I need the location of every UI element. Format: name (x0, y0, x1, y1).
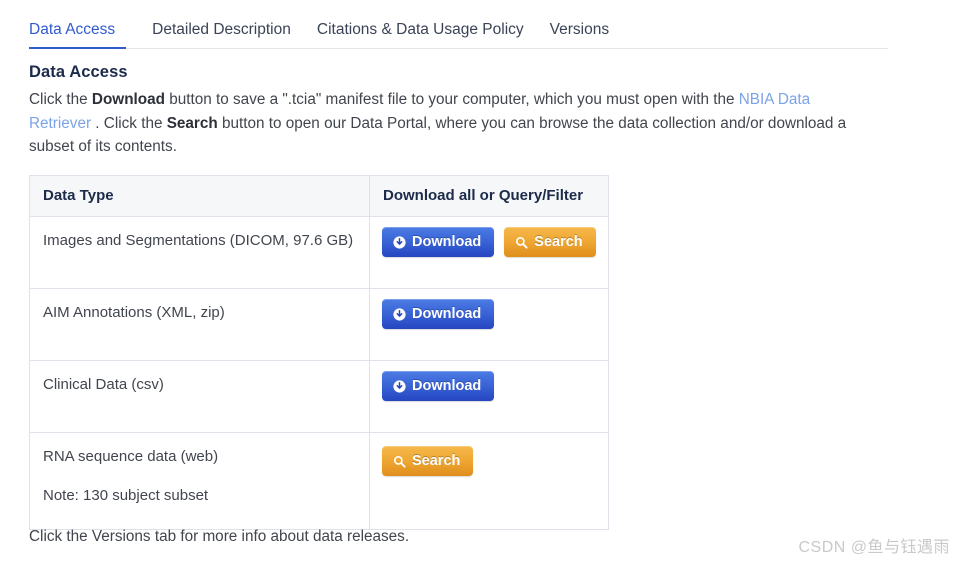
action-button-group: Download Search (382, 227, 596, 257)
download-circle-icon (393, 379, 406, 393)
cell-actions: Download (369, 288, 609, 361)
table-header-row: Data Type Download all or Query/Filter (29, 175, 609, 217)
cell-actions: Search (369, 432, 609, 530)
data-type-label: Images and Segmentations (DICOM, 97.6 GB… (43, 232, 354, 249)
data-type-label: RNA sequence data (web) (43, 448, 219, 465)
footer-note: Click the Versions tab for more info abo… (29, 528, 410, 545)
data-type-label: AIM Annotations (XML, zip) (43, 304, 225, 321)
magnifier-icon (515, 236, 528, 249)
download-button-label: Download (412, 378, 482, 394)
tab-data-access[interactable]: Data Access (29, 20, 127, 49)
action-button-group: Download (382, 299, 595, 329)
tab-versions[interactable]: Versions (537, 20, 622, 47)
intro-search-emphasis: Search (166, 114, 218, 132)
table-row: AIM Annotations (XML, zip) Download (29, 288, 609, 361)
download-button-label: Download (412, 234, 482, 250)
download-circle-icon (393, 307, 406, 321)
action-button-group: Download (382, 371, 595, 401)
column-header-data-type: Data Type (29, 175, 370, 217)
download-button[interactable]: Download (382, 227, 495, 257)
action-button-group: Search (382, 446, 595, 476)
cell-data-type: RNA sequence data (web) Note: 130 subjec… (29, 432, 370, 530)
data-access-table: Data Type Download all or Query/Filter I… (29, 175, 609, 530)
intro-text-1: Click the (29, 91, 92, 108)
table-row: RNA sequence data (web) Note: 130 subjec… (29, 432, 609, 530)
intro-text-2: button to save a ".tcia" manifest file t… (165, 91, 739, 108)
table-body: Images and Segmentations (DICOM, 97.6 GB… (29, 216, 609, 530)
page-title: Data Access (29, 63, 128, 81)
cell-data-type: Images and Segmentations (DICOM, 97.6 GB… (29, 216, 370, 289)
search-button-label: Search (534, 234, 583, 250)
cell-data-type: Clinical Data (csv) (29, 360, 370, 433)
csdn-watermark: CSDN @鱼与钰遇雨 (798, 539, 950, 556)
magnifier-icon (393, 455, 406, 468)
cell-actions: Download Search (369, 216, 609, 289)
search-button-label: Search (412, 453, 461, 469)
data-type-label: Clinical Data (csv) (43, 376, 164, 393)
download-button-label: Download (412, 306, 482, 322)
tab-list: Data Access Detailed Description Citatio… (29, 20, 888, 49)
download-button[interactable]: Download (382, 371, 495, 401)
table-row: Images and Segmentations (DICOM, 97.6 GB… (29, 216, 609, 289)
column-header-download-query: Download all or Query/Filter (369, 175, 609, 217)
tab-citations-data-usage-policy[interactable]: Citations & Data Usage Policy (304, 20, 537, 47)
cell-data-type: AIM Annotations (XML, zip) (29, 288, 370, 361)
tab-bar: Data Access Detailed Description Citatio… (29, 20, 888, 49)
download-button[interactable]: Download (382, 299, 495, 329)
search-button[interactable]: Search (504, 227, 596, 257)
search-button[interactable]: Search (382, 446, 474, 476)
intro-text-3: . Click the (91, 114, 167, 132)
table-row: Clinical Data (csv) Download (29, 360, 609, 433)
table-head: Data Type Download all or Query/Filter (29, 175, 609, 217)
cell-actions: Download (369, 360, 609, 433)
download-circle-icon (393, 235, 406, 249)
tab-detailed-description[interactable]: Detailed Description (139, 20, 304, 47)
data-type-note: Note: 130 subject subset (43, 487, 209, 504)
intro-paragraph: Click the Download button to save a ".tc… (29, 88, 874, 159)
intro-download-emphasis: Download (91, 91, 165, 108)
